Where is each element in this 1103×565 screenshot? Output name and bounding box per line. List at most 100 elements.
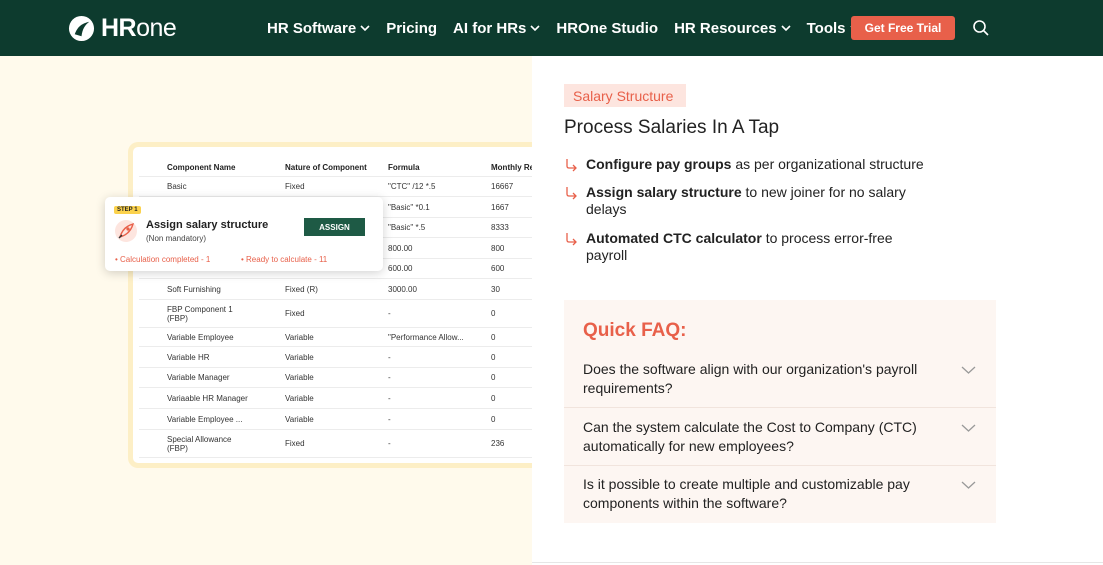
table-cell: - [388,439,391,448]
ready-to-calculate-status: • Ready to calculate - 11 [241,255,328,264]
table-row: Variable Employee ... Variable - 0 [139,409,532,430]
table-cell: - [388,393,391,403]
search-icon[interactable] [972,19,990,37]
table-cell: 0 [491,352,496,362]
table-cell: 0 [491,332,496,342]
table-cell: 0 [491,414,496,424]
table-header-cell: Component Name [167,163,236,172]
chevron-down-icon [781,25,791,32]
table-row: Basic Fixed "CTC" /12 *.5 16667 [139,177,532,197]
nav-item-hr-resources[interactable]: HR Resources [674,20,791,37]
nav-item-pricing[interactable]: Pricing [386,20,437,37]
chevron-down-icon [360,25,370,32]
table-cell: Variable [285,373,314,382]
faq-item[interactable]: Is it possible to create multiple and cu… [564,475,996,523]
table-row: Soft Furnishing Fixed (R) 3000.00 30 [139,279,532,300]
table-cell: Variable Manager [167,373,230,382]
table-row: FBP Component 1 (FBP) Fixed - 0 [139,300,532,328]
top-navbar: HRone HR Software Pricing AI for HRs HRO… [0,0,1103,56]
table-cell: 0 [491,309,496,318]
faq-question: Is it possible to create multiple and cu… [583,476,910,511]
table-row: Variable Employee Variable "Performance Al… [139,328,532,347]
table-row: Variable Manager Variable - 0 [139,368,532,388]
section-divider [532,562,1103,563]
feature-item: Assign salary structure to new joiner fo… [564,184,944,218]
table-cell: 800.00 [388,243,413,253]
table-cell: 8333 [491,223,509,232]
table-cell: Variable [285,352,314,362]
nav-item-hr-software[interactable]: HR Software [267,20,370,37]
table-cell: Basic [167,182,187,191]
section-heading: Process Salaries In A Tap [564,117,780,138]
table-cell: - [388,373,391,382]
table-cell: "CTC" /12 *.5 [388,182,436,191]
table-cell: 16667 [491,182,514,191]
table-cell: Variable [285,414,314,424]
chevron-down-icon[interactable] [961,480,976,490]
table-cell: - [388,309,391,318]
faq-question: Can the system calculate the Cost to Com… [583,419,917,454]
table-header-cell: Formula [388,163,420,172]
feature-item: Configure pay groups as per organization… [564,156,954,173]
table-cell: 600.00 [388,264,413,273]
overlay-subtitle: (Non mandatory) [146,234,207,243]
logo-text: HRone [101,13,177,42]
hrone-logo[interactable]: HRone [68,13,177,42]
table-cell: 1667 [491,202,509,212]
table-cell: 236 [491,439,505,448]
table-cell: 3000.00 [388,284,417,294]
assign-salary-structure-card: STEP 1 Assign salary structure (Non mand… [105,197,383,271]
table-header-row: Component Name Nature of Component Formu… [139,157,532,177]
table-cell: 0 [491,373,496,382]
nav-item-ai-for-hrs[interactable]: AI for HRs [453,20,540,37]
logo-mark-icon [68,15,95,41]
quick-faq-section: Quick FAQ: Does the software align with … [564,300,996,523]
salary-table-card: Component Name Nature of Component Formu… [128,142,532,468]
table-cell: Variable Employee [167,332,234,342]
arrow-turn-icon [566,233,577,246]
table-cell: - [388,414,391,424]
table-cell: FBP Component 1 (FBP) [167,305,233,323]
table-cell: Special Allowance (FBP) [167,435,232,453]
table-header-cell: Nature of Component [285,163,367,172]
table-cell: Variable Employee ... [167,414,243,424]
faq-title: Quick FAQ: [583,320,687,341]
chevron-down-icon[interactable] [961,365,976,375]
table-header-cell: Monthly Re [491,163,532,172]
section-tag: Salary Structure [564,84,687,107]
arrow-turn-icon [566,187,577,200]
table-cell: 800 [491,243,505,253]
table-cell: Fixed (R) [285,284,318,294]
overlay-title: Assign salary structure [146,219,269,231]
table-row: Variable HR Variable - 0 [139,347,532,368]
get-free-trial-button[interactable]: Get Free Trial [851,16,955,40]
calculation-completed-status: • Calculation completed - 1 [115,255,211,264]
faq-item[interactable]: Can the system calculate the Cost to Com… [564,418,996,466]
faq-item[interactable]: Does the software align with our organiz… [564,360,996,408]
nav-item-hrone-studio[interactable]: HROne Studio [556,20,658,37]
table-cell: Fixed [285,182,305,191]
table-cell: Fixed [285,309,305,318]
table-cell: 30 [491,284,500,294]
chevron-down-icon [530,25,540,32]
rocket-icon [115,220,137,242]
table-cell: - [388,352,391,362]
table-cell: 600 [491,264,505,273]
assign-button[interactable]: ASSIGN [304,218,365,236]
nav-menu: HR Software Pricing AI for HRs HROne Stu… [267,0,876,56]
table-cell: Variable [285,332,314,342]
feature-item: Automated CTC calculator to process erro… [564,230,924,264]
table-cell: Variable HR [167,352,210,362]
table-cell: Variaable HR Manager [167,393,248,403]
chevron-down-icon[interactable] [961,423,976,433]
table-cell: "Basic" *.5 [388,223,426,232]
arrow-turn-icon [566,159,577,172]
faq-question: Does the software align with our organiz… [583,361,918,396]
table-row: Special Allowance (FBP) Fixed - 236 [139,430,532,458]
step-badge: STEP 1 [114,206,141,214]
table-cell: "Basic" *0.1 [388,202,430,212]
table-cell: Variable [285,393,314,403]
table-cell: 0 [491,393,496,403]
table-cell: Fixed [285,439,305,448]
table-cell: Soft Furnishing [167,284,221,294]
